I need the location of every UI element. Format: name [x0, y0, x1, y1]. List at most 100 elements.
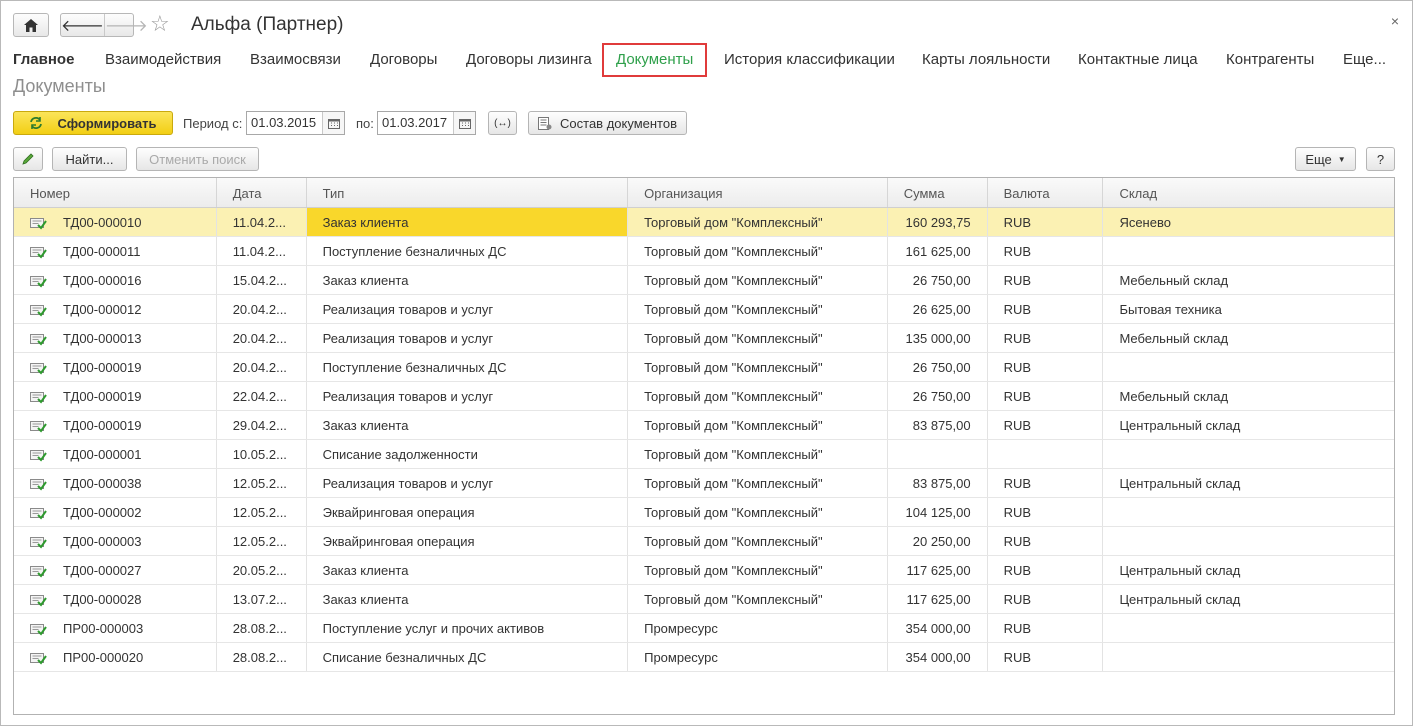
doc-organization-cell[interactable]: Торговый дом "Комплексный": [628, 498, 888, 526]
table-row[interactable]: ТД00-000010 11.04.2... Заказ клиента Торгов…: [14, 208, 1394, 237]
tab-documents[interactable]: Документы: [602, 43, 708, 77]
doc-date-cell[interactable]: 29.04.2...: [217, 411, 307, 439]
doc-sum-cell[interactable]: 26 750,00: [888, 382, 988, 410]
doc-number-cell[interactable]: ТД00-000028: [14, 585, 217, 613]
table-row[interactable]: ТД00-000012 20.04.2... Реализация товаров …: [14, 295, 1394, 324]
doc-sum-cell[interactable]: 161 625,00: [888, 237, 988, 265]
doc-type-cell[interactable]: Поступление услуг и прочих активов: [307, 614, 629, 642]
doc-date-cell[interactable]: 15.04.2...: [217, 266, 307, 294]
doc-type-cell[interactable]: Эквайринговая операция: [307, 527, 629, 555]
table-row[interactable]: ТД00-000028 13.07.2... Заказ клиента Торгов…: [14, 585, 1394, 614]
doc-type-cell[interactable]: Реализация товаров и услуг: [307, 295, 629, 323]
doc-warehouse-cell[interactable]: Центральный склад: [1103, 556, 1394, 584]
cancel-search-button[interactable]: Отменить поиск: [136, 147, 259, 171]
column-header-sum[interactable]: Сумма: [888, 178, 988, 207]
table-row[interactable]: ТД00-000019 29.04.2... Заказ клиента Торгов…: [14, 411, 1394, 440]
doc-warehouse-cell[interactable]: Центральный склад: [1103, 469, 1394, 497]
doc-currency-cell[interactable]: RUB: [988, 527, 1104, 555]
doc-number-cell[interactable]: ПР00-000020: [14, 643, 217, 671]
calendar-icon[interactable]: [453, 112, 475, 134]
tab-contracts[interactable]: Договоры: [370, 50, 437, 70]
doc-number-cell[interactable]: ТД00-000019: [14, 411, 217, 439]
doc-sum-cell[interactable]: 26 750,00: [888, 353, 988, 381]
doc-warehouse-cell[interactable]: [1103, 498, 1394, 526]
doc-sum-cell[interactable]: 83 875,00: [888, 469, 988, 497]
forward-button[interactable]: 🡒: [105, 14, 148, 36]
doc-date-cell[interactable]: 11.04.2...: [217, 208, 307, 236]
doc-warehouse-cell[interactable]: Центральный склад: [1103, 585, 1394, 613]
doc-date-cell[interactable]: 28.08.2...: [217, 614, 307, 642]
table-row[interactable]: ПР00-000020 28.08.2... Списание безналичны…: [14, 643, 1394, 672]
doc-number-cell[interactable]: ТД00-000019: [14, 382, 217, 410]
doc-date-cell[interactable]: 12.05.2...: [217, 469, 307, 497]
find-button[interactable]: Найти...: [52, 147, 127, 171]
doc-currency-cell[interactable]: RUB: [988, 237, 1104, 265]
column-header-date[interactable]: Дата: [217, 178, 307, 207]
doc-currency-cell[interactable]: RUB: [988, 469, 1104, 497]
doc-date-cell[interactable]: 28.08.2...: [217, 643, 307, 671]
doc-number-cell[interactable]: ПР00-000003: [14, 614, 217, 642]
doc-organization-cell[interactable]: Торговый дом "Комплексный": [628, 411, 888, 439]
tab-main[interactable]: Главное: [13, 50, 74, 70]
doc-date-cell[interactable]: 12.05.2...: [217, 498, 307, 526]
period-from-field[interactable]: 01.03.2015: [246, 111, 345, 135]
table-row[interactable]: ТД00-000001 10.05.2... Списание задолженно…: [14, 440, 1394, 469]
doc-sum-cell[interactable]: 117 625,00: [888, 556, 988, 584]
doc-type-cell[interactable]: Реализация товаров и услуг: [307, 469, 629, 497]
help-button[interactable]: ?: [1366, 147, 1395, 171]
doc-organization-cell[interactable]: Торговый дом "Комплексный": [628, 440, 888, 468]
edit-button[interactable]: [13, 147, 43, 171]
table-row[interactable]: ТД00-000011 11.04.2... Поступление безнали…: [14, 237, 1394, 266]
doc-sum-cell[interactable]: 26 750,00: [888, 266, 988, 294]
doc-number-cell[interactable]: ТД00-000027: [14, 556, 217, 584]
table-row[interactable]: ТД00-000016 15.04.2... Заказ клиента Торгов…: [14, 266, 1394, 295]
tab-relations[interactable]: Взаимосвязи: [250, 50, 341, 70]
doc-number-cell[interactable]: ТД00-000002: [14, 498, 217, 526]
doc-organization-cell[interactable]: Торговый дом "Комплексный": [628, 237, 888, 265]
doc-warehouse-cell[interactable]: Мебельный склад: [1103, 266, 1394, 294]
doc-date-cell[interactable]: 20.04.2...: [217, 295, 307, 323]
doc-type-cell[interactable]: Эквайринговая операция: [307, 498, 629, 526]
back-button[interactable]: 🡐: [61, 14, 105, 36]
home-button[interactable]: [13, 13, 49, 37]
doc-currency-cell[interactable]: RUB: [988, 382, 1104, 410]
doc-currency-cell[interactable]: RUB: [988, 353, 1104, 381]
doc-currency-cell[interactable]: RUB: [988, 614, 1104, 642]
generate-button[interactable]: Сформировать: [13, 111, 173, 135]
doc-warehouse-cell[interactable]: [1103, 527, 1394, 555]
doc-warehouse-cell[interactable]: [1103, 353, 1394, 381]
doc-date-cell[interactable]: 11.04.2...: [217, 237, 307, 265]
close-icon[interactable]: ×: [1391, 13, 1399, 29]
table-row[interactable]: ТД00-000027 20.05.2... Заказ клиента Торгов…: [14, 556, 1394, 585]
period-select-button[interactable]: (↔): [488, 111, 517, 135]
doc-type-cell[interactable]: Заказ клиента: [307, 585, 629, 613]
doc-number-cell[interactable]: ТД00-000010: [14, 208, 217, 236]
doc-type-cell[interactable]: Списание задолженности: [307, 440, 629, 468]
doc-warehouse-cell[interactable]: [1103, 237, 1394, 265]
table-row[interactable]: ТД00-000038 12.05.2... Реализация товаров …: [14, 469, 1394, 498]
doc-organization-cell[interactable]: Торговый дом "Комплексный": [628, 469, 888, 497]
doc-date-cell[interactable]: 20.04.2...: [217, 324, 307, 352]
doc-number-cell[interactable]: ТД00-000016: [14, 266, 217, 294]
doc-date-cell[interactable]: 20.04.2...: [217, 353, 307, 381]
doc-number-cell[interactable]: ТД00-000013: [14, 324, 217, 352]
doc-warehouse-cell[interactable]: Ясенево: [1103, 208, 1394, 236]
doc-currency-cell[interactable]: RUB: [988, 498, 1104, 526]
doc-warehouse-cell[interactable]: [1103, 614, 1394, 642]
period-to-field[interactable]: 01.03.2017: [377, 111, 476, 135]
doc-organization-cell[interactable]: Торговый дом "Комплексный": [628, 295, 888, 323]
doc-warehouse-cell[interactable]: Мебельный склад: [1103, 382, 1394, 410]
table-row[interactable]: ТД00-000019 20.04.2... Поступление безнали…: [14, 353, 1394, 382]
table-row[interactable]: ПР00-000003 28.08.2... Поступление услуг и…: [14, 614, 1394, 643]
tab-contact-persons[interactable]: Контактные лица: [1078, 50, 1198, 70]
table-row[interactable]: ТД00-000019 22.04.2... Реализация товаров …: [14, 382, 1394, 411]
column-header-warehouse[interactable]: Склад: [1103, 178, 1394, 207]
doc-date-cell[interactable]: 13.07.2...: [217, 585, 307, 613]
doc-warehouse-cell[interactable]: Бытовая техника: [1103, 295, 1394, 323]
doc-currency-cell[interactable]: RUB: [988, 208, 1104, 236]
doc-currency-cell[interactable]: RUB: [988, 324, 1104, 352]
tab-classification-history[interactable]: История классификации: [724, 50, 895, 70]
column-header-number[interactable]: Номер: [14, 178, 217, 207]
doc-sum-cell[interactable]: 83 875,00: [888, 411, 988, 439]
doc-sum-cell[interactable]: 354 000,00: [888, 614, 988, 642]
